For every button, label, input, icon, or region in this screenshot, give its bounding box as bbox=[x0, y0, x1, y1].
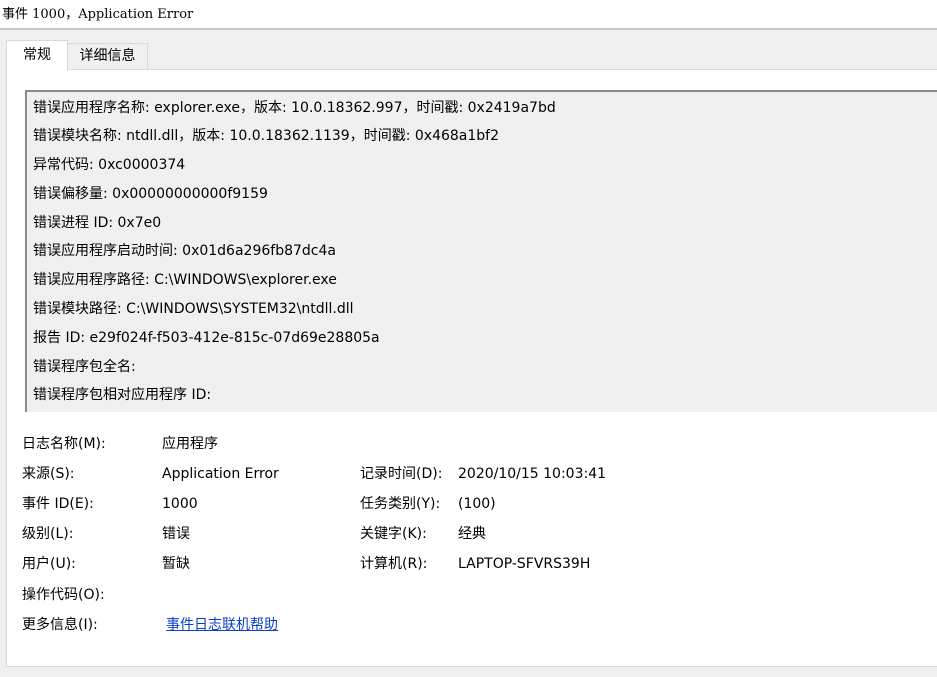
description-line: 错误模块路径: C:\WINDOWS\SYSTEM32\ntdll.dll bbox=[33, 301, 354, 317]
description-line: 错误应用程序启动时间: 0x01d6a296fb87dc4a bbox=[33, 243, 336, 259]
tab-details[interactable]: 详细信息 bbox=[68, 43, 148, 70]
log-name-value: 应用程序 bbox=[162, 436, 218, 452]
window-title: 事件 1000，Application Error bbox=[0, 0, 937, 30]
description-line: 错误进程 ID: 0x7e0 bbox=[33, 215, 162, 231]
logged-value: 2020/10/15 10:03:41 bbox=[458, 466, 607, 482]
task-category-value: (100) bbox=[458, 496, 496, 512]
online-help-link[interactable]: 事件日志联机帮助 bbox=[166, 615, 278, 635]
level-label: 级别(L): bbox=[22, 526, 74, 542]
level-value: 错误 bbox=[162, 526, 190, 542]
computer-value: LAPTOP-SFVRS39H bbox=[458, 556, 591, 572]
source-label: 来源(S): bbox=[22, 466, 75, 482]
logged-label: 记录时间(D): bbox=[360, 466, 443, 482]
description-line: 报告 ID: e29f024f-f503-412e-815c-07d69e288… bbox=[33, 330, 380, 346]
description-line: 错误应用程序名称: explorer.exe，版本: 10.0.18362.99… bbox=[33, 100, 556, 116]
description-line: 错误程序包相对应用程序 ID: bbox=[33, 387, 212, 403]
more-info-label: 更多信息(I): bbox=[22, 617, 98, 633]
opcode-label: 操作代码(O): bbox=[22, 587, 105, 603]
source-value: Application Error bbox=[162, 466, 279, 482]
computer-label: 计算机(R): bbox=[360, 556, 428, 572]
description-line: 错误模块名称: ntdll.dll，版本: 10.0.18362.1139，时间… bbox=[33, 128, 500, 144]
description-line: 错误应用程序路径: C:\WINDOWS\explorer.exe bbox=[33, 272, 337, 288]
description-line: 错误程序包全名: bbox=[33, 359, 136, 375]
user-value: 暂缺 bbox=[162, 556, 190, 572]
event-id-value: 1000 bbox=[162, 496, 198, 512]
log-name-label: 日志名称(M): bbox=[22, 436, 106, 452]
description-box[interactable]: 错误应用程序名称: explorer.exe，版本: 10.0.18362.99… bbox=[25, 90, 937, 412]
event-id-label: 事件 ID(E): bbox=[22, 496, 94, 512]
description-line: 异常代码: 0xc0000374 bbox=[33, 157, 186, 173]
keywords-label: 关键字(K): bbox=[360, 526, 427, 542]
task-category-label: 任务类别(Y): bbox=[360, 496, 441, 512]
tab-general[interactable]: 常规 bbox=[6, 40, 68, 71]
user-label: 用户(U): bbox=[22, 556, 76, 572]
general-panel: 错误应用程序名称: explorer.exe，版本: 10.0.18362.99… bbox=[6, 69, 937, 667]
description-line: 错误偏移量: 0x00000000000f9159 bbox=[33, 186, 268, 202]
keywords-value: 经典 bbox=[458, 526, 486, 542]
